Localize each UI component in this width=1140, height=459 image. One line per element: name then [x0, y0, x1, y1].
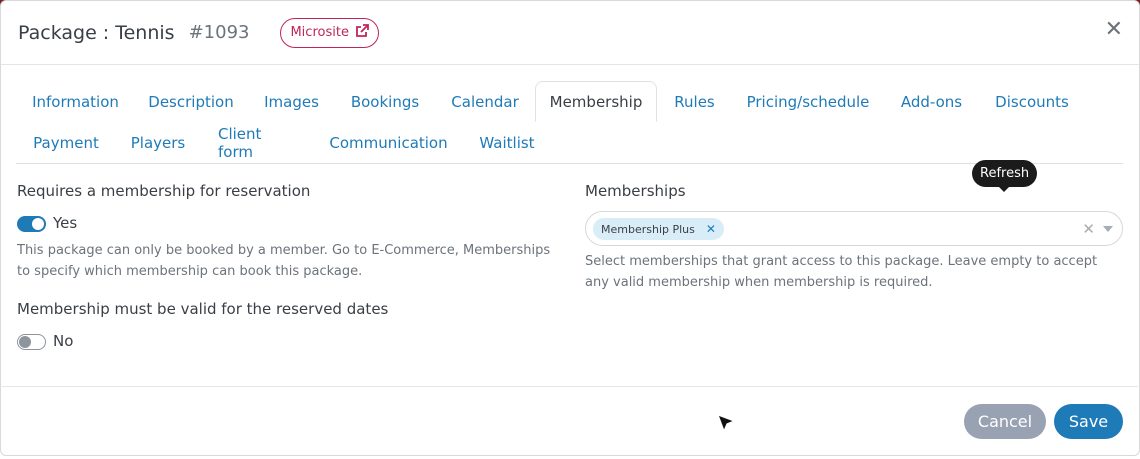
- tab-information[interactable]: Information: [32, 81, 119, 122]
- refresh-tooltip: Refresh: [972, 160, 1038, 187]
- mouse-cursor-icon: [715, 412, 737, 438]
- modal-header: Package : Tennis #1093 Microsite ✕: [1, 1, 1139, 65]
- tab-description[interactable]: Description: [148, 81, 233, 122]
- modal-footer-divider: [0, 386, 1138, 387]
- membership-chip: Membership Plus ✕: [593, 218, 724, 240]
- requires-membership-label: Requires a membership for reservation: [17, 182, 311, 200]
- memberships-label: Memberships: [585, 182, 686, 200]
- membership-valid-toggle[interactable]: [17, 334, 46, 350]
- tab-membership[interactable]: Membership: [535, 81, 657, 122]
- save-button[interactable]: Save: [1054, 404, 1123, 439]
- membership-valid-label: Membership must be valid for the reserve…: [17, 300, 389, 318]
- tab-bar: Information Description Images Bookings …: [16, 81, 1123, 164]
- microsite-button[interactable]: Microsite: [280, 17, 379, 48]
- modal-title: Package : Tennis: [18, 21, 175, 44]
- tab-client-form[interactable]: Client form: [218, 122, 299, 163]
- close-icon[interactable]: ✕: [1105, 19, 1123, 41]
- tab-communication[interactable]: Communication: [329, 122, 447, 163]
- tab-players[interactable]: Players: [131, 122, 186, 163]
- toggle-knob: [19, 336, 31, 348]
- tab-images[interactable]: Images: [264, 81, 319, 122]
- requires-membership-value: Yes: [53, 214, 78, 232]
- memberships-help: Select memberships that grant access to …: [585, 254, 1098, 290]
- microsite-label: Microsite: [290, 25, 349, 40]
- membership-chip-label: Membership Plus: [601, 222, 695, 236]
- tab-calendar[interactable]: Calendar: [451, 81, 518, 122]
- tab-add-ons[interactable]: Add-ons: [900, 81, 963, 122]
- tab-discounts[interactable]: Discounts: [995, 81, 1069, 122]
- tooltip-arrow: [998, 186, 1010, 192]
- cancel-button[interactable]: Cancel: [964, 404, 1046, 439]
- chevron-down-icon[interactable]: [1103, 226, 1113, 232]
- remove-chip-icon[interactable]: ✕: [706, 222, 716, 236]
- memberships-select[interactable]: Membership Plus ✕ ✕: [585, 211, 1123, 246]
- tab-bookings[interactable]: Bookings: [351, 81, 419, 122]
- tab-waitlist[interactable]: Waitlist: [478, 122, 536, 163]
- tab-rules[interactable]: Rules: [673, 81, 716, 122]
- clear-selection-icon[interactable]: ✕: [1082, 220, 1095, 238]
- toggle-knob: [32, 218, 44, 230]
- external-link-icon: [355, 23, 369, 42]
- tab-pricing-schedule[interactable]: Pricing/schedule: [747, 81, 870, 122]
- requires-membership-help: This package can only be booked by a mem…: [17, 243, 551, 279]
- membership-valid-value: No: [53, 332, 74, 350]
- package-id: #1093: [188, 22, 250, 43]
- requires-membership-toggle[interactable]: [17, 216, 46, 232]
- tab-payment[interactable]: Payment: [33, 122, 99, 163]
